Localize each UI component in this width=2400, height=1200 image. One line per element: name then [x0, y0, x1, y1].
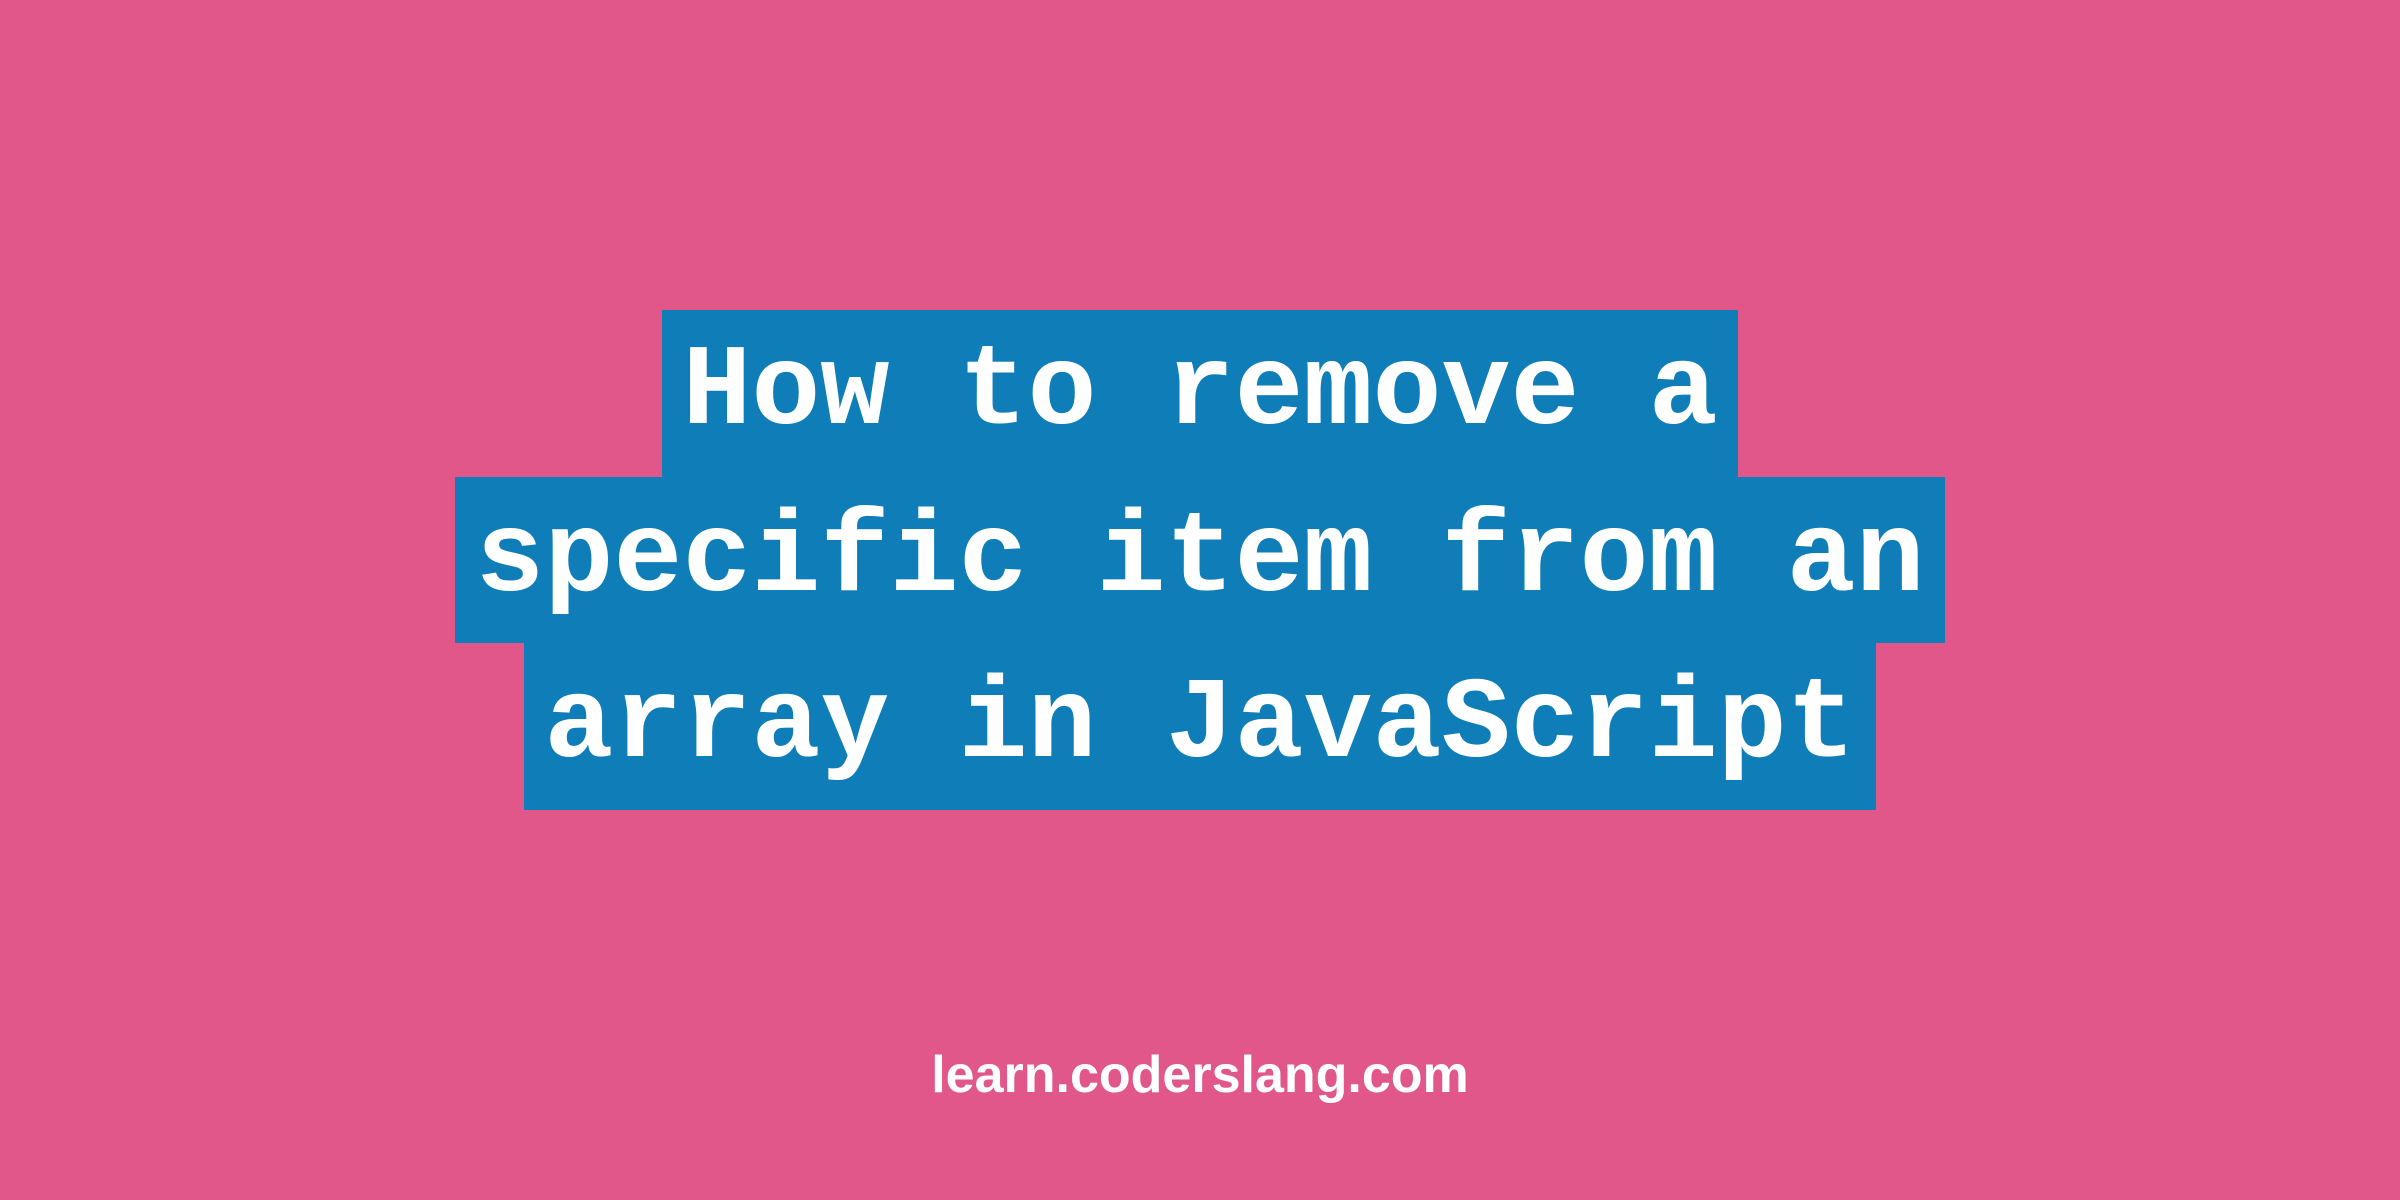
title-container: How to remove a specific item from an ar…: [455, 310, 1944, 810]
title-line-1: How to remove a: [662, 310, 1737, 477]
title-line-3: array in JavaScript: [524, 643, 1875, 810]
title-line-2: specific item from an: [455, 477, 1944, 644]
site-url: learn.coderslang.com: [931, 1045, 1469, 1105]
